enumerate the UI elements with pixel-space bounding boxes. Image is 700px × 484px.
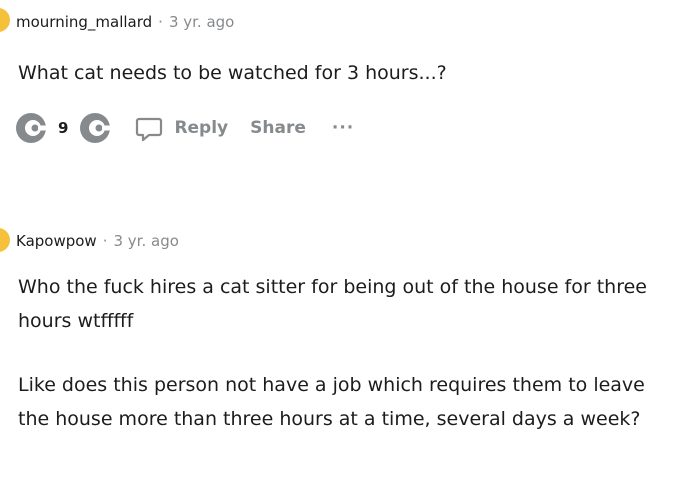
avatar[interactable]	[0, 228, 10, 252]
separator: ·	[102, 232, 108, 250]
comment-meta: mourning_mallard · 3 yr. ago	[16, 13, 234, 31]
comment-bubble-icon	[136, 117, 163, 142]
comment-body-paragraph: Like does this person not have a job whi…	[18, 374, 645, 430]
more-options-button[interactable]: ···	[332, 118, 354, 138]
comment-actions: 9 Reply Share ···	[14, 108, 354, 148]
reply-label: Reply	[174, 118, 229, 138]
comment-meta: Kapowpow · 3 yr. ago	[16, 232, 179, 250]
username[interactable]: mourning_mallard	[16, 13, 152, 31]
comment-body-paragraph: Who the fuck hires a cat sitter for bein…	[18, 276, 647, 332]
comment-body: What cat needs to be watched for 3 hours…	[18, 62, 447, 84]
vote-count: 9	[58, 119, 69, 137]
share-label: Share	[250, 118, 306, 138]
username[interactable]: Kapowpow	[16, 232, 97, 250]
downvote-icon[interactable]	[78, 111, 113, 145]
upvote-icon[interactable]	[14, 111, 48, 145]
separator: ·	[158, 13, 163, 31]
more-icon: ···	[331, 118, 355, 138]
timestamp[interactable]: 3 yr. ago	[169, 13, 234, 31]
reply-button[interactable]: Reply	[134, 113, 228, 143]
timestamp[interactable]: 3 yr. ago	[113, 232, 178, 250]
avatar[interactable]	[0, 8, 10, 32]
share-button[interactable]: Share	[250, 118, 306, 138]
